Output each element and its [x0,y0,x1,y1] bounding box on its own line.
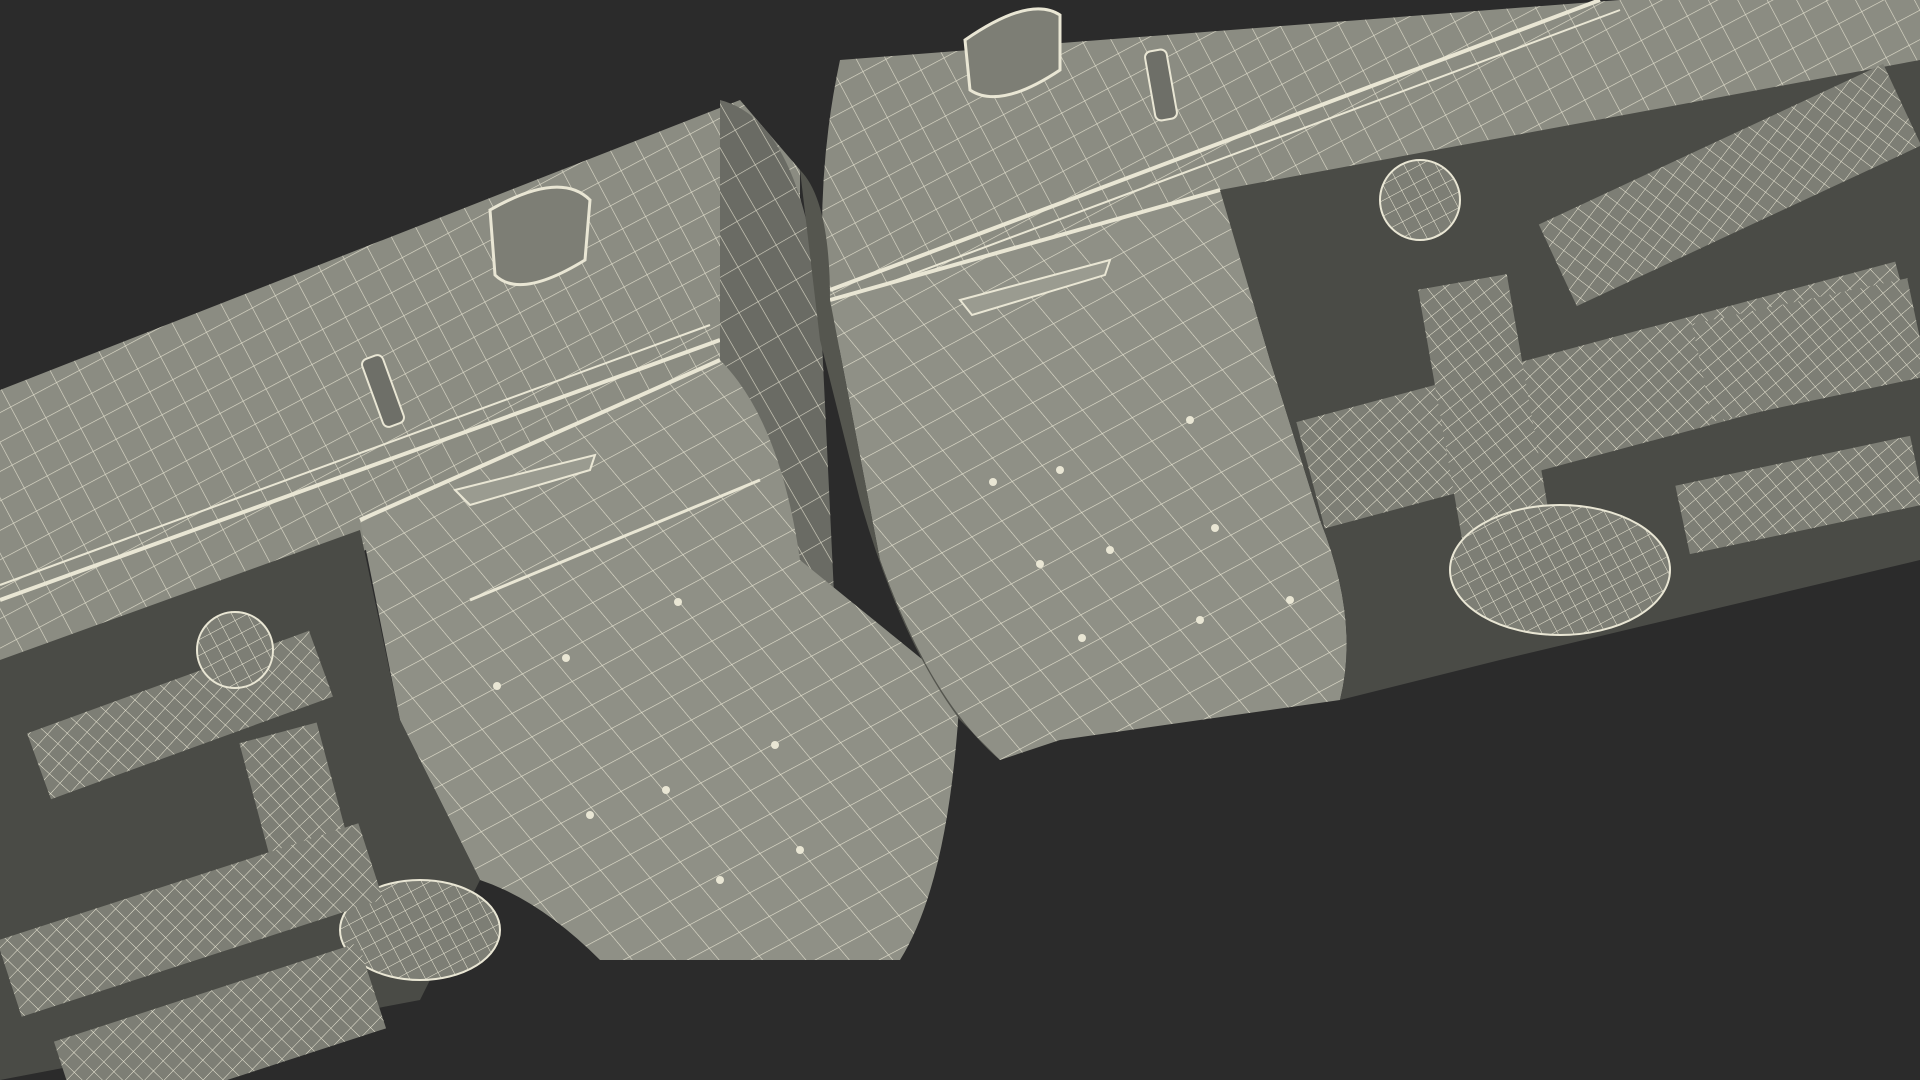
wireframe-render [0,0,1920,1080]
right-car [822,0,1920,760]
render-viewport [0,0,1920,1080]
